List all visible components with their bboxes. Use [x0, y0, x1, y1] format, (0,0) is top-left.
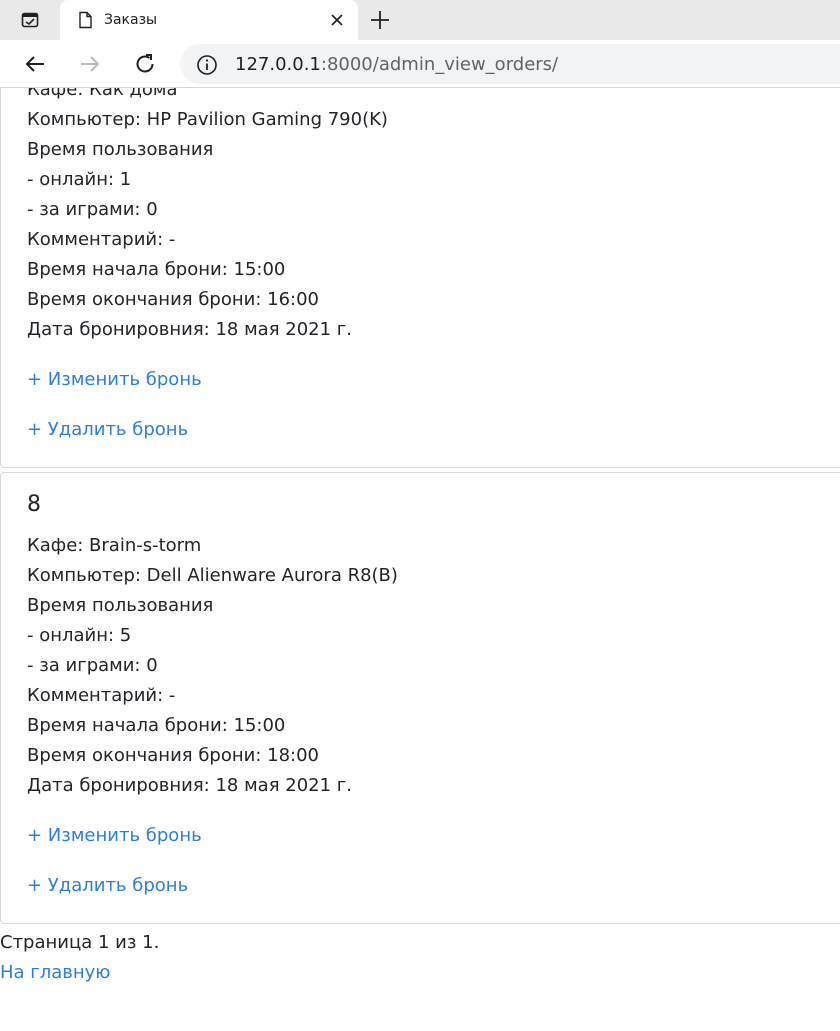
tab-actions-button[interactable] — [10, 6, 50, 34]
order-card: 8 Кафе: Brain-s-torm Компьютер: Dell Ali… — [0, 472, 840, 924]
url-path: :8000/admin_view_orders/ — [320, 54, 559, 75]
tab-close-button[interactable] — [328, 11, 346, 29]
pagination-text: Страница 1 из 1. — [0, 932, 160, 953]
reload-button[interactable] — [131, 50, 159, 78]
back-button[interactable] — [21, 50, 49, 78]
new-tab-button[interactable] — [366, 7, 394, 33]
page-footer: Страница 1 из 1. На главную — [0, 924, 840, 988]
order-date: Дата бронировния: 18 мая 2021 г. — [27, 319, 352, 340]
order-games: - за играми: 0 — [27, 199, 158, 220]
order-actions: + Изменить бронь + Удалить бронь — [27, 821, 833, 901]
page-viewport[interactable]: Кафе: Как дома Компьютер: HP Pavilion Ga… — [0, 88, 840, 1031]
tab-title: Заказы — [104, 12, 158, 28]
order-end-time: Время окончания брони: 16:00 — [27, 289, 319, 310]
browser-tabbar: Заказы — [0, 0, 840, 40]
order-start-time: Время начала брони: 15:00 — [27, 259, 286, 280]
address-bar[interactable]: 127.0.0.1:8000/admin_view_orders/ — [180, 44, 840, 84]
reload-icon — [136, 54, 154, 73]
order-usage-label: Время пользования — [27, 595, 214, 616]
active-tab[interactable]: Заказы — [60, 0, 358, 40]
order-online: - онлайн: 5 — [27, 625, 132, 646]
order-cafe: Кафе: Brain-s-torm — [27, 535, 202, 556]
url-host: 127.0.0.1 — [235, 54, 321, 75]
browser-toolbar: 127.0.0.1:8000/admin_view_orders/ — [0, 40, 840, 88]
delete-booking-link[interactable]: + Удалить бронь — [27, 415, 833, 445]
plus-icon — [371, 11, 389, 29]
close-icon — [331, 14, 343, 26]
page-icon — [79, 11, 92, 29]
url-text[interactable]: 127.0.0.1:8000/admin_view_orders/ — [235, 54, 558, 76]
order-computer: Компьютер: HP Pavilion Gaming 790(K) — [27, 109, 388, 130]
order-computer: Компьютер: Dell Alienware Aurora R8(B) — [27, 565, 398, 586]
order-date: Дата бронировния: 18 мая 2021 г. — [27, 775, 352, 796]
order-comment: Комментарий: - — [27, 229, 176, 250]
info-icon[interactable] — [196, 54, 218, 76]
edit-booking-link[interactable]: + Изменить бронь — [27, 365, 833, 395]
order-card: Кафе: Как дома Компьютер: HP Pavilion Ga… — [0, 88, 840, 468]
order-cafe: Кафе: Как дома — [27, 88, 178, 100]
order-end-time: Время окончания брони: 18:00 — [27, 745, 319, 766]
order-usage-label: Время пользования — [27, 139, 214, 160]
order-actions: + Изменить бронь + Удалить бронь — [27, 365, 833, 445]
orders-list: Кафе: Как дома Компьютер: HP Pavilion Ga… — [0, 88, 840, 988]
arrow-left-icon — [25, 56, 44, 72]
order-comment: Комментарий: - — [27, 685, 176, 706]
delete-booking-link[interactable]: + Удалить бронь — [27, 871, 833, 901]
order-number: 8 — [27, 492, 41, 517]
edit-booking-link[interactable]: + Изменить бронь — [27, 821, 833, 851]
home-link[interactable]: На главную — [0, 958, 840, 988]
order-games: - за играми: 0 — [27, 655, 158, 676]
tab-actions-icon — [21, 12, 39, 28]
forward-button[interactable] — [76, 50, 104, 78]
arrow-right-icon — [81, 56, 100, 72]
order-online: - онлайн: 1 — [27, 169, 132, 190]
order-start-time: Время начала брони: 15:00 — [27, 715, 286, 736]
